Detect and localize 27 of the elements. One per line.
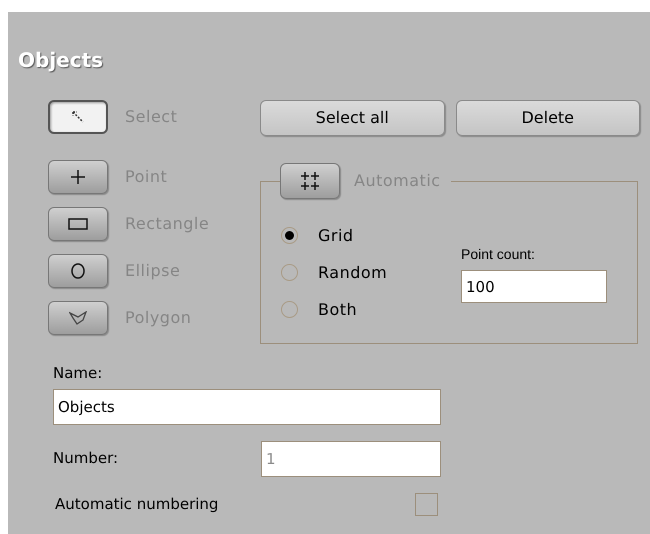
radio-button[interactable] (281, 264, 298, 281)
grid-icon (300, 172, 320, 190)
polygon-icon (69, 311, 87, 325)
automatic-button[interactable] (280, 163, 340, 199)
point-count-label: Point count: (461, 245, 536, 264)
tool-button[interactable] (48, 207, 108, 241)
name-label: Name: (53, 363, 104, 384)
arrow-icon (72, 111, 84, 123)
tool-button[interactable] (48, 254, 108, 288)
number-label: Number: (53, 448, 120, 470)
point-count-field[interactable]: 100 (461, 270, 607, 303)
tool-button[interactable] (48, 301, 108, 335)
radio-button[interactable] (281, 301, 298, 318)
radio-button[interactable] (281, 227, 298, 244)
panel-title: Objects (18, 48, 104, 72)
radio-label: Both (318, 298, 358, 320)
plus-icon (71, 170, 85, 184)
radio-label: Grid (318, 224, 354, 246)
name-field[interactable]: Objects (53, 388, 441, 424)
automatic-numbering-label: Automatic numbering (55, 494, 220, 515)
select-all-button[interactable]: Select all (260, 100, 444, 136)
delete-button[interactable]: Delete (456, 100, 640, 136)
rectangle-icon (68, 218, 88, 230)
circle-icon (71, 263, 85, 279)
automatic-numbering-checkbox[interactable] (415, 492, 438, 516)
tool-button[interactable] (48, 100, 108, 134)
radio-label: Random (318, 262, 388, 284)
